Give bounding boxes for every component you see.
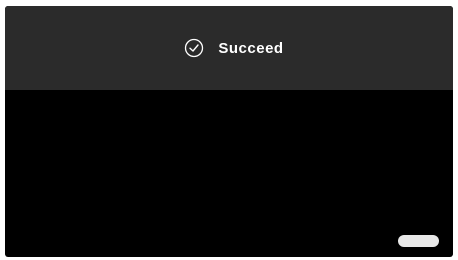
toast-content: Succeed (184, 38, 283, 58)
video-screen: Succeed (5, 6, 453, 257)
corner-pill-button[interactable] (398, 235, 439, 247)
success-toast: Succeed (5, 6, 453, 90)
check-circle-icon (185, 38, 204, 58)
toast-message: Succeed (218, 39, 284, 57)
